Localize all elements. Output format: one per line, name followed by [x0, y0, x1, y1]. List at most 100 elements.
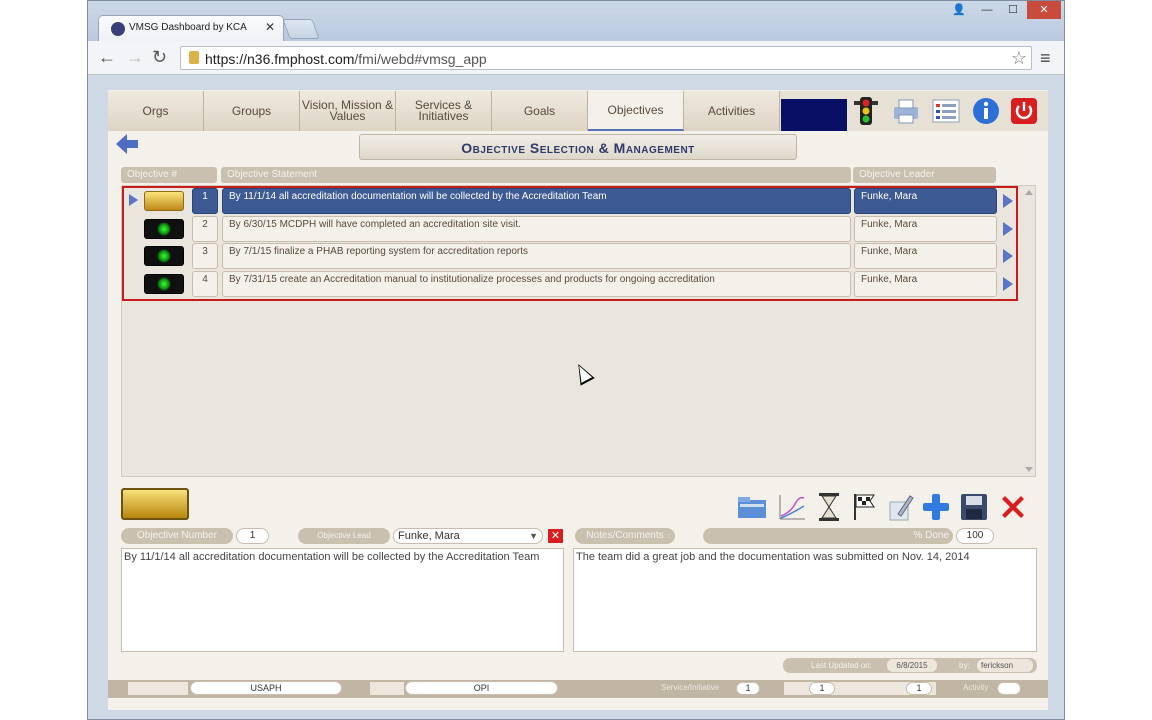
add-plus-icon[interactable]	[920, 491, 952, 523]
row-leader: Funke, Mara	[854, 243, 997, 269]
group-field[interactable]: OPI	[405, 681, 558, 695]
power-icon[interactable]	[1008, 95, 1040, 127]
status-light-green-icon	[144, 219, 184, 239]
status-light-large-gold-icon	[121, 488, 189, 520]
row-go-arrow-icon[interactable]	[1003, 222, 1013, 236]
row-number: 2	[192, 216, 218, 242]
delete-x-icon[interactable]	[997, 491, 1029, 523]
dropdown-arrow-icon[interactable]: ▼	[529, 529, 538, 543]
percent-done-field[interactable]: 100	[956, 528, 994, 544]
updated-by-value: ferickson	[977, 659, 1033, 672]
row-number: 3	[192, 243, 218, 269]
back-arrow-icon[interactable]	[116, 134, 138, 154]
percent-done-bar: % Done	[703, 528, 953, 544]
hourglass-icon[interactable]	[813, 491, 845, 523]
clear-lead-icon[interactable]: ✕	[548, 529, 563, 543]
tab-title: VMSG Dashboard by KCA	[129, 22, 247, 33]
reload-icon[interactable]: ↻	[152, 47, 167, 68]
objective-number-label: Objective Number	[121, 528, 233, 544]
nav-dark-panel	[781, 99, 847, 131]
tab-objectives[interactable]: Objectives	[588, 91, 684, 131]
goal-field[interactable]: 1	[809, 682, 835, 695]
last-updated-value: 6/8/2015	[887, 659, 937, 672]
row-leader: Funke, Mara	[854, 271, 997, 297]
tab-orgs[interactable]: Orgs	[108, 91, 204, 131]
row-number: 4	[192, 271, 218, 297]
minimize-button[interactable]: —	[975, 1, 999, 19]
back-nav-icon[interactable]: ←	[98, 47, 116, 68]
service-initiative-label: Service/Initiative	[661, 683, 720, 692]
table-row[interactable]: 3 By 7/1/15 finalize a PHAB reporting sy…	[124, 243, 1014, 269]
header-objective-statement: Objective Statement	[221, 167, 851, 183]
status-spacer	[128, 682, 188, 695]
row-go-arrow-icon[interactable]	[1003, 277, 1013, 291]
tab-strip: VMSG Dashboard by KCA ✕ 👤 — ☐ ✕	[88, 1, 1064, 41]
objective-number-field[interactable]: 1	[236, 528, 269, 544]
traffic-light-icon[interactable]	[850, 95, 882, 127]
status-light-green-icon	[144, 274, 184, 294]
browser-toolbar: ← → ↻ https://n36.fmphost.com/fmi/webd#v…	[88, 41, 1064, 75]
flag-icon[interactable]	[848, 491, 880, 523]
notes-comments-label: Notes/Comments	[575, 528, 675, 544]
row-leader: Funke, Mara	[854, 188, 997, 214]
header-objective-leader: Objective Leader	[853, 167, 996, 183]
tab-close-icon[interactable]: ✕	[265, 20, 275, 34]
report-list-icon[interactable]	[930, 95, 962, 127]
status-light-green-icon	[144, 246, 184, 266]
row-number: 1	[192, 188, 218, 214]
tab-vision-mission-values[interactable]: Vision, Mission & Values	[300, 91, 396, 131]
printer-icon[interactable]	[890, 95, 922, 127]
browser-window: VMSG Dashboard by KCA ✕ 👤 — ☐ ✕ ← → ↻ ht…	[87, 0, 1065, 720]
row-go-arrow-icon[interactable]	[1003, 249, 1013, 263]
page-title: Objective Selection & Management	[359, 134, 797, 160]
app-canvas: Orgs Groups Vision, Mission & Values Ser…	[108, 90, 1048, 710]
updated-by-label: by:	[959, 661, 970, 670]
row-statement: By 7/31/15 create an Accreditation manua…	[222, 271, 851, 297]
tab-services-initiatives[interactable]: Services & Initiatives	[396, 91, 492, 131]
folder-icon[interactable]	[736, 491, 768, 523]
lock-icon	[189, 51, 199, 64]
activity-field[interactable]	[997, 682, 1021, 695]
row-go-arrow-icon[interactable]	[1003, 194, 1013, 208]
table-row[interactable]: 2 By 6/30/15 MCDPH will have completed a…	[124, 216, 1014, 242]
status-light-gold-icon	[144, 191, 184, 211]
last-updated-label: Last Updated on:	[811, 661, 872, 670]
info-icon[interactable]	[970, 95, 1002, 127]
tab-groups[interactable]: Groups	[204, 91, 300, 131]
objective-field[interactable]: 1	[906, 682, 932, 695]
new-tab-button[interactable]	[282, 19, 320, 39]
objective-lead-select[interactable]: Funke, Mara ▼	[393, 528, 543, 544]
maximize-button[interactable]: ☐	[1001, 1, 1025, 19]
context-status-bar: USAPH OPI Service/Initiative 1 1 1 Activ…	[108, 680, 1048, 698]
forward-nav-icon[interactable]: →	[126, 47, 144, 68]
header-objective-number: Objective #	[121, 167, 217, 183]
tab-goals[interactable]: Goals	[492, 91, 588, 131]
objective-statement-textarea[interactable]: By 11/1/14 all accreditation documentati…	[121, 548, 564, 652]
activity-label: Activity	[963, 683, 989, 692]
favicon-icon	[111, 22, 125, 36]
user-icon[interactable]: 👤	[948, 1, 970, 19]
save-disk-icon[interactable]	[958, 491, 990, 523]
table-row[interactable]: 1 By 11/1/14 all accreditation documenta…	[124, 188, 1014, 214]
bookmark-star-icon[interactable]: ☆	[1011, 48, 1027, 69]
last-updated-bar: Last Updated on: 6/8/2015 by: ferickson	[783, 658, 1037, 673]
portal-scrollbar[interactable]	[1022, 186, 1036, 476]
row-selected-arrow-icon	[129, 194, 138, 206]
table-row[interactable]: 4 By 7/31/15 create an Accreditation man…	[124, 271, 1014, 297]
browser-tab[interactable]: VMSG Dashboard by KCA ✕	[98, 15, 284, 41]
chart-trend-icon[interactable]	[776, 491, 808, 523]
menu-icon[interactable]: ≡	[1040, 48, 1051, 69]
edit-pencil-icon[interactable]	[884, 491, 916, 523]
row-statement: By 7/1/15 finalize a PHAB reporting syst…	[222, 243, 851, 269]
service-initiative-field[interactable]: 1	[736, 682, 760, 695]
org-field[interactable]: USAPH	[190, 681, 342, 695]
close-window-button[interactable]: ✕	[1027, 1, 1061, 19]
tab-activities[interactable]: Activities	[684, 91, 780, 131]
objective-lead-label: Objective Lead	[298, 528, 390, 544]
objective-lead-value: Funke, Mara	[398, 530, 460, 542]
row-leader: Funke, Mara	[854, 216, 997, 242]
percent-done-label: % Done	[913, 530, 949, 541]
url-text: https://n36.fmphost.com/fmi/webd#vmsg_ap…	[205, 51, 487, 67]
address-bar[interactable]: https://n36.fmphost.com/fmi/webd#vmsg_ap…	[180, 46, 1032, 70]
notes-comments-textarea[interactable]: The team did a great job and the documen…	[573, 548, 1037, 652]
